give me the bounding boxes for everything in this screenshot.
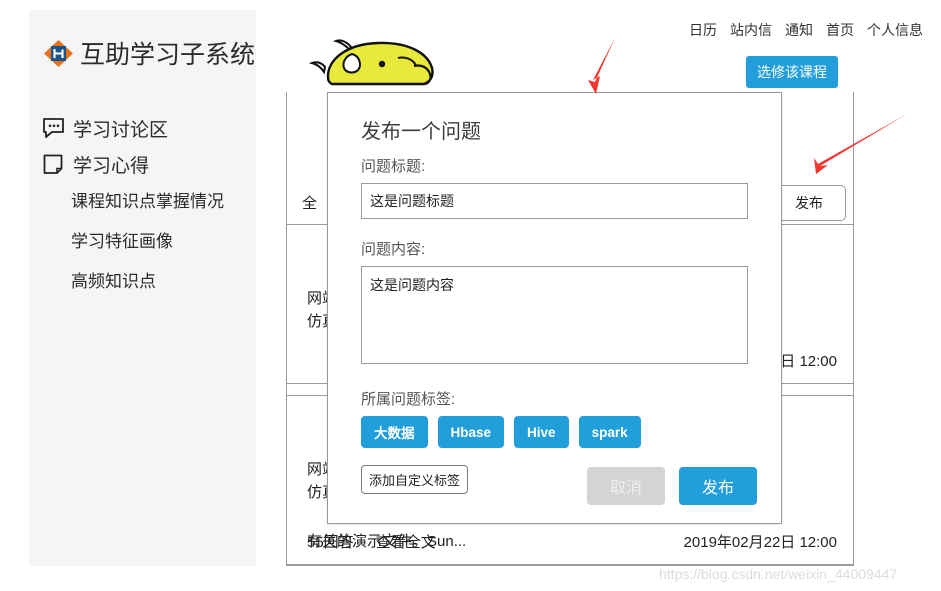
- submit-button[interactable]: 发布: [679, 467, 757, 505]
- sidebar-item-label: 学习讨论区: [73, 115, 168, 142]
- tag-hive[interactable]: Hive: [514, 416, 569, 448]
- cancel-button[interactable]: 取消: [587, 467, 665, 505]
- add-custom-tag-button[interactable]: 添加自定义标签: [361, 465, 468, 494]
- tag-list: 大数据 Hbase Hive spark: [361, 416, 748, 448]
- question-card-footer: 55回答 查看全文 2019年02月22日 12:00: [307, 531, 837, 552]
- enroll-course-button[interactable]: 选修该课程: [746, 56, 838, 88]
- brand: 互助学习子系统: [42, 35, 255, 71]
- sidebar-item-label: 学习心得: [73, 151, 149, 178]
- speech-bubble-icon: [41, 116, 66, 141]
- watermark: https://blog.csdn.net/weixin_44009447: [659, 566, 897, 582]
- question-card-timestamp: 2019年02月22日 12:00: [684, 531, 837, 552]
- sidebar: 互助学习子系统 学习讨论区: [29, 10, 256, 566]
- sidebar-subitem-frequent-knowledge[interactable]: 高频知识点: [41, 262, 251, 302]
- sidebar-subitem-learning-profile[interactable]: 学习特征画像: [41, 222, 251, 262]
- diamond-h-logo-icon: [42, 37, 75, 70]
- dialog-title: 发布一个问题: [361, 115, 481, 144]
- question-card-answer-count: 55回答: [307, 531, 354, 552]
- question-title-input[interactable]: [361, 183, 748, 219]
- tab-all[interactable]: 全: [302, 192, 317, 213]
- question-content-field-group: 问题内容:: [361, 238, 748, 369]
- dialog-actions: 取消 发布: [587, 467, 757, 505]
- question-title-field-group: 问题标题:: [361, 155, 748, 219]
- question-content-textarea[interactable]: [361, 266, 748, 364]
- page-root: 互助学习子系统 学习讨论区: [0, 0, 941, 591]
- question-tags-label: 所属问题标签:: [361, 388, 748, 409]
- question-card-view-all-link[interactable]: 查看全文: [376, 531, 436, 552]
- publish-question-button[interactable]: 发布: [772, 185, 846, 221]
- dialog-body: 问题标题: 问题内容: 所属问题标签: 大数据 Hbase Hive spark…: [361, 155, 748, 494]
- question-title-label: 问题标题:: [361, 155, 748, 176]
- tag-spark[interactable]: spark: [579, 416, 641, 448]
- sidebar-subitem-knowledge-mastery[interactable]: 课程知识点掌握情况: [41, 182, 251, 222]
- question-content-label: 问题内容:: [361, 238, 748, 259]
- publish-question-dialog: 发布一个问题 问题标题: 问题内容: 所属问题标签: 大数据 Hbase Hiv…: [327, 92, 782, 524]
- tag-hbase[interactable]: Hbase: [438, 416, 505, 448]
- tag-bigdata[interactable]: 大数据: [361, 416, 428, 448]
- note-page-icon: [41, 152, 66, 177]
- topnav-profile[interactable]: 个人信息: [867, 20, 923, 40]
- sidebar-item-notes[interactable]: 学习心得: [41, 146, 251, 182]
- course-hero: 选修该课程: [286, 0, 854, 92]
- hadoop-elephant-icon: [306, 28, 486, 92]
- sidebar-item-discussion[interactable]: 学习讨论区: [41, 110, 251, 146]
- brand-title: 互助学习子系统: [80, 35, 255, 71]
- question-card-timestamp: 日 12:00: [780, 350, 837, 371]
- sidebar-nav: 学习讨论区 学习心得 课程知识点掌握情况 学习特征画像 高频知识点: [41, 110, 251, 302]
